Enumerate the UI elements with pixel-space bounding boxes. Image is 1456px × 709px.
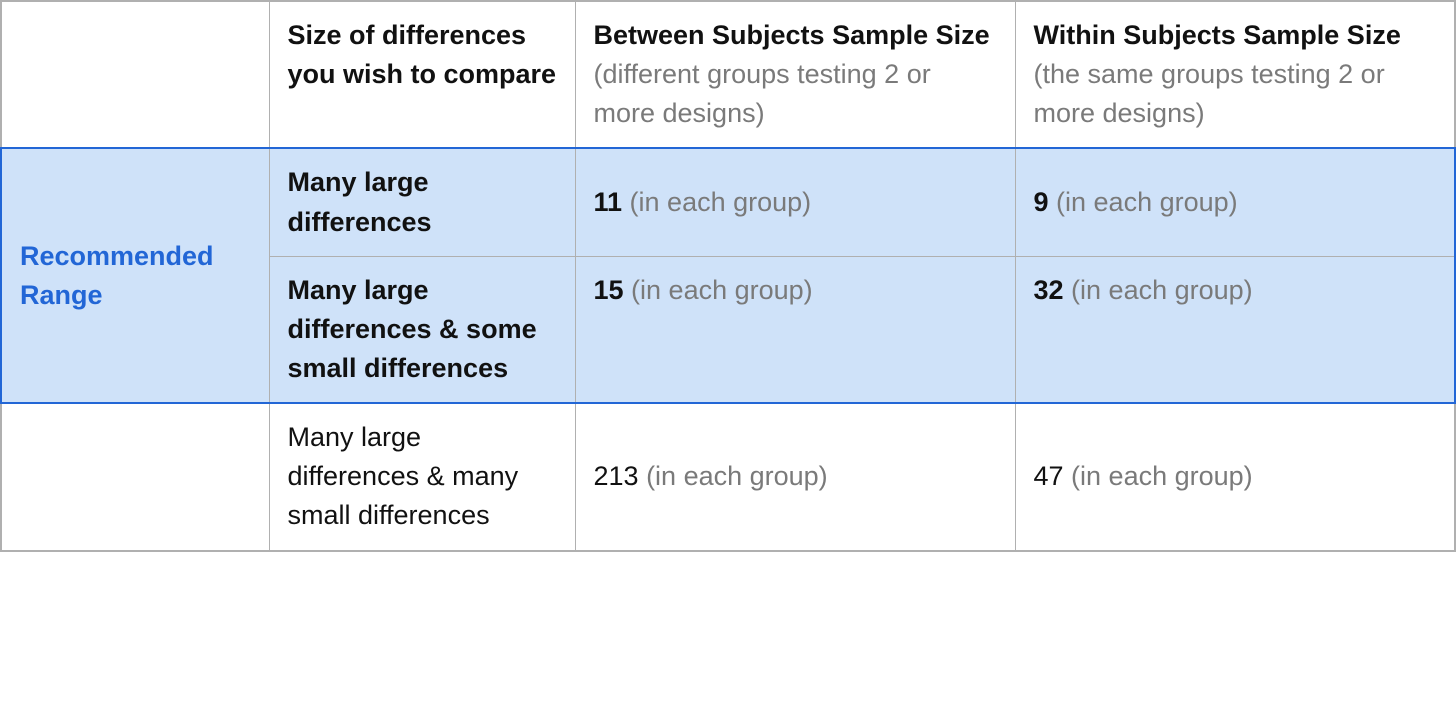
row0-within-suffix: (in each group) bbox=[1049, 187, 1238, 217]
row1-label-text: Many large differences & some small diff… bbox=[288, 275, 537, 383]
row1-between-num: 15 bbox=[594, 275, 624, 305]
row0-label: Many large differences bbox=[269, 148, 575, 256]
header-between: Between Subjects Sample Size (different … bbox=[575, 1, 1015, 148]
row1-between: 15 (in each group) bbox=[575, 256, 1015, 403]
header-col3-sub: (the same groups testing 2 or more desig… bbox=[1034, 59, 1385, 128]
header-size-diff: Size of differences you wish to compare bbox=[269, 1, 575, 148]
row0-between-suffix: (in each group) bbox=[622, 187, 811, 217]
row1-within: 32 (in each group) bbox=[1015, 256, 1455, 403]
table-row: Recommended Range Many large differences… bbox=[1, 148, 1455, 256]
row2-within: 47 (in each group) bbox=[1015, 403, 1455, 550]
header-col3-bold: Within Subjects Sample Size bbox=[1034, 20, 1401, 50]
row1-between-suffix: (in each group) bbox=[624, 275, 813, 305]
header-col2-bold: Between Subjects Sample Size bbox=[594, 20, 990, 50]
row2-within-num: 47 bbox=[1034, 461, 1064, 491]
row2-between: 213 (in each group) bbox=[575, 403, 1015, 550]
table-header-row: Size of differences you wish to compare … bbox=[1, 1, 1455, 148]
row0-between-num: 11 bbox=[594, 187, 623, 217]
row2-label-text: Many large differences & many small diff… bbox=[288, 422, 519, 530]
header-within: Within Subjects Sample Size (the same gr… bbox=[1015, 1, 1455, 148]
header-blank bbox=[1, 1, 269, 148]
row2-between-num: 213 bbox=[594, 461, 639, 491]
row2-between-suffix: (in each group) bbox=[639, 461, 828, 491]
row1-label: Many large differences & some small diff… bbox=[269, 256, 575, 403]
header-col2-sub: (different groups testing 2 or more desi… bbox=[594, 59, 931, 128]
row1-within-num: 32 bbox=[1034, 275, 1064, 305]
table-row: Many large differences & many small diff… bbox=[1, 403, 1455, 550]
sample-size-table: Size of differences you wish to compare … bbox=[0, 0, 1456, 552]
row0-label-text: Many large differences bbox=[288, 167, 432, 236]
header-col1-text: Size of differences you wish to compare bbox=[288, 20, 557, 89]
row1-within-suffix: (in each group) bbox=[1064, 275, 1253, 305]
row0-between: 11 (in each group) bbox=[575, 148, 1015, 256]
recommended-range-label: Recommended Range bbox=[1, 148, 269, 403]
row2-blank bbox=[1, 403, 269, 550]
row2-label: Many large differences & many small diff… bbox=[269, 403, 575, 550]
row0-within: 9 (in each group) bbox=[1015, 148, 1455, 256]
row0-within-num: 9 bbox=[1034, 187, 1049, 217]
row2-within-suffix: (in each group) bbox=[1064, 461, 1253, 491]
